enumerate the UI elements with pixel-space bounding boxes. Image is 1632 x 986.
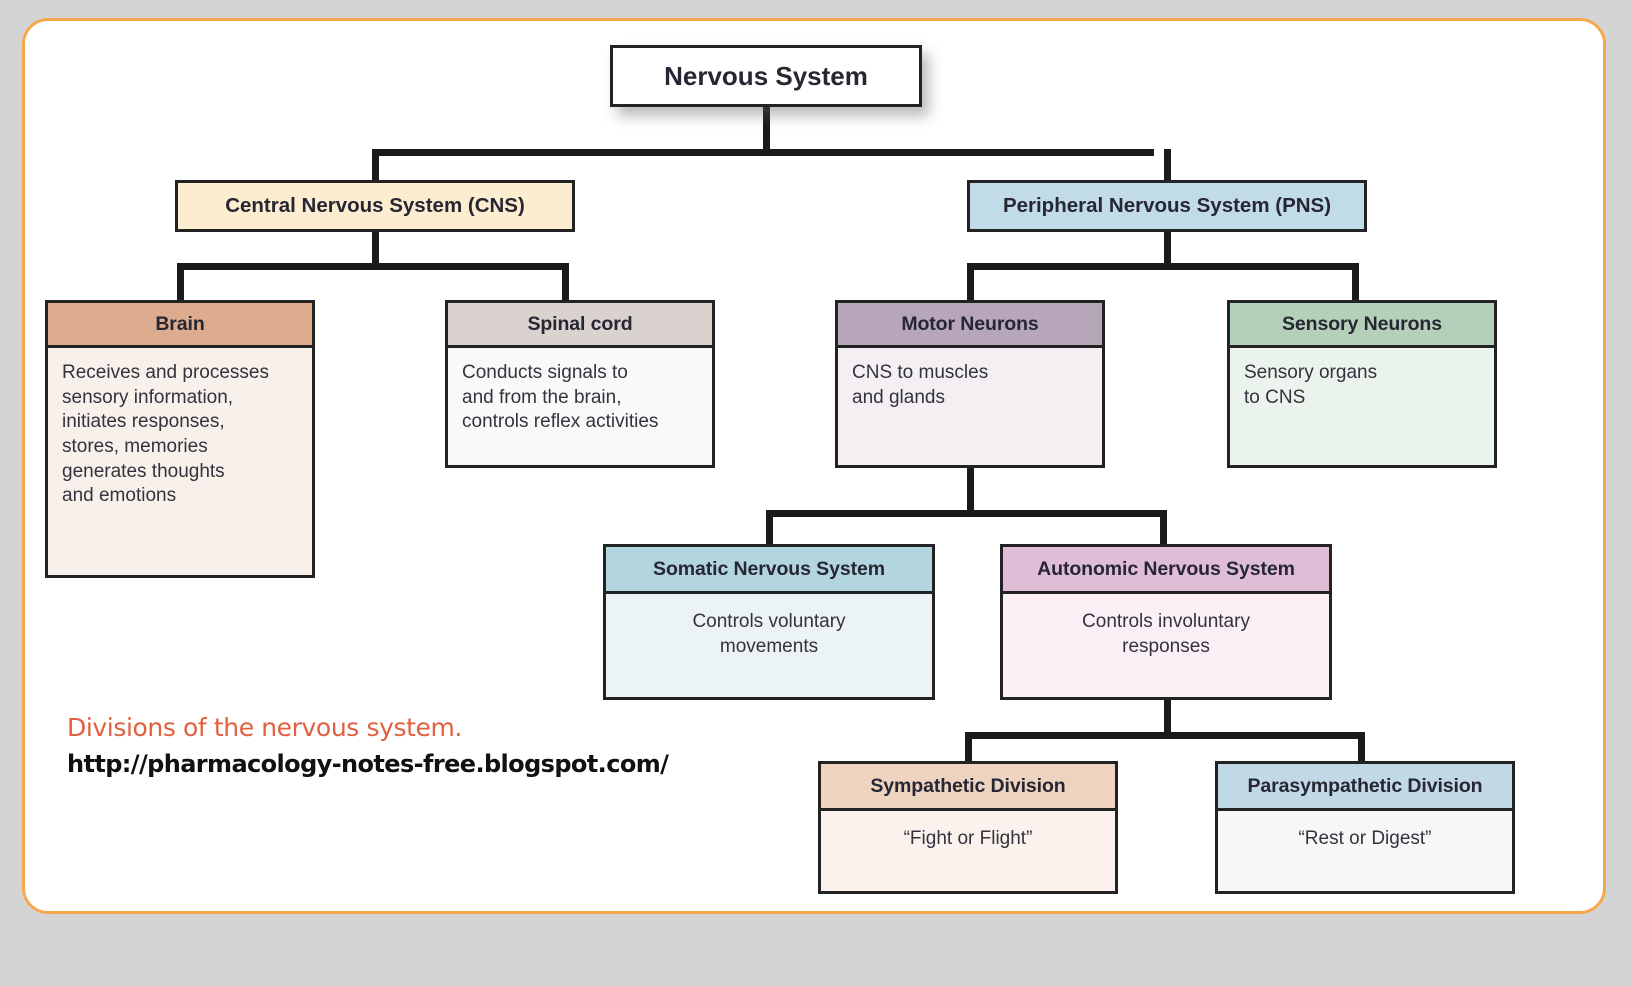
node-sympathetic-body: “Fight or Flight” bbox=[821, 811, 1115, 891]
connector-somatic-drop bbox=[765, 510, 773, 544]
node-motor-neurons[interactable]: Motor Neurons CNS to muscles and glands bbox=[835, 300, 1105, 468]
node-spinal-cord-body: Conducts signals to and from the brain, … bbox=[448, 348, 712, 465]
node-sensory-neurons-body-line: Sensory organs bbox=[1244, 362, 1378, 383]
node-brain-body: Receives and processes sensory informati… bbox=[48, 348, 312, 575]
node-spinal-cord-body-line: Conducts signals to bbox=[462, 362, 628, 383]
node-nervous-system-label: Nervous System bbox=[664, 60, 868, 91]
node-parasympathetic-title: Parasympathetic Division bbox=[1218, 764, 1512, 811]
node-brain-title: Brain bbox=[48, 303, 312, 348]
connector-brain-drop bbox=[176, 263, 184, 300]
node-parasympathetic-body: “Rest or Digest” bbox=[1218, 811, 1512, 891]
node-spinal-cord-body-line: controls reflex activities bbox=[462, 411, 659, 433]
node-brain-body-line: sensory information, bbox=[62, 386, 234, 408]
connector-cns-drop bbox=[371, 149, 379, 180]
node-nervous-system[interactable]: Nervous System bbox=[610, 45, 922, 107]
node-cns-label: Central Nervous System (CNS) bbox=[225, 194, 525, 217]
node-parasympathetic-division[interactable]: Parasympathetic Division “Rest or Digest… bbox=[1215, 761, 1515, 894]
connector-level1-bar bbox=[371, 149, 1154, 156]
node-central-nervous-system[interactable]: Central Nervous System (CNS) bbox=[175, 180, 575, 232]
node-pns-label: Peripheral Nervous System (PNS) bbox=[1002, 194, 1332, 217]
node-autonomic-title: Autonomic Nervous System bbox=[1003, 547, 1329, 594]
node-motor-neurons-body-line: and glands bbox=[852, 386, 945, 408]
node-autonomic-body: Controls involuntary responses bbox=[1003, 594, 1329, 697]
caption-url[interactable]: http://pharmacology-notes-free.blogspot.… bbox=[67, 750, 767, 778]
node-somatic-title: Somatic Nervous System bbox=[606, 547, 932, 594]
node-sensory-neurons[interactable]: Sensory Neurons Sensory organs to CNS bbox=[1227, 300, 1497, 468]
connector-motor-bar bbox=[765, 510, 1166, 517]
node-brain-body-line: stores, memories bbox=[62, 436, 208, 458]
connector-motor-stem bbox=[966, 468, 974, 513]
node-spinal-cord-body-line: and from the brain, bbox=[462, 386, 622, 408]
connector-autonomic-bar bbox=[964, 732, 1365, 739]
node-brain-body-line: initiates responses, bbox=[62, 411, 225, 433]
node-spinal-cord-title: Spinal cord bbox=[448, 303, 712, 348]
connector-autonomic-drop bbox=[1159, 510, 1167, 544]
connector-sensory-drop bbox=[1351, 263, 1359, 300]
connector-motor-drop bbox=[966, 263, 974, 300]
node-brain-body-line: generates thoughts bbox=[62, 460, 225, 482]
node-somatic-nervous-system[interactable]: Somatic Nervous System Controls voluntar… bbox=[603, 544, 935, 700]
node-autonomic-nervous-system[interactable]: Autonomic Nervous System Controls involu… bbox=[1000, 544, 1332, 700]
diagram-card: Nervous System Central Nervous System (C… bbox=[22, 18, 1606, 914]
node-somatic-body: Controls voluntary movements bbox=[606, 594, 932, 697]
caption-title: Divisions of the nervous system. bbox=[67, 713, 462, 742]
caption-block: Divisions of the nervous system. http://… bbox=[67, 713, 767, 778]
node-somatic-body-line: Controls voluntary bbox=[692, 611, 846, 632]
connector-pns-drop bbox=[1163, 149, 1171, 180]
connector-spinal-drop bbox=[561, 263, 569, 300]
node-sensory-neurons-title: Sensory Neurons bbox=[1230, 303, 1494, 348]
node-spinal-cord[interactable]: Spinal cord Conducts signals to and from… bbox=[445, 300, 715, 468]
node-sensory-neurons-body: Sensory organs to CNS bbox=[1230, 348, 1494, 465]
connector-cns-bar bbox=[176, 263, 569, 270]
connector-pns-bar bbox=[966, 263, 1359, 270]
node-sympathetic-title: Sympathetic Division bbox=[821, 764, 1115, 811]
node-autonomic-body-line: Controls involuntary bbox=[1082, 611, 1250, 632]
node-brain-body-line: and emotions bbox=[62, 485, 177, 507]
node-peripheral-nervous-system[interactable]: Peripheral Nervous System (PNS) bbox=[967, 180, 1367, 232]
node-motor-neurons-title: Motor Neurons bbox=[838, 303, 1102, 348]
page-root: Nervous System Central Nervous System (C… bbox=[0, 0, 1632, 986]
node-sensory-neurons-body-line: to CNS bbox=[1244, 386, 1306, 408]
node-brain-body-line: Receives and processes bbox=[62, 362, 269, 383]
node-sympathetic-division[interactable]: Sympathetic Division “Fight or Flight” bbox=[818, 761, 1118, 894]
node-motor-neurons-body-line: CNS to muscles bbox=[852, 362, 989, 383]
node-motor-neurons-body: CNS to muscles and glands bbox=[838, 348, 1102, 465]
node-autonomic-body-line: responses bbox=[1122, 635, 1210, 657]
node-somatic-body-line: movements bbox=[719, 635, 819, 657]
node-brain[interactable]: Brain Receives and processes sensory inf… bbox=[45, 300, 315, 578]
